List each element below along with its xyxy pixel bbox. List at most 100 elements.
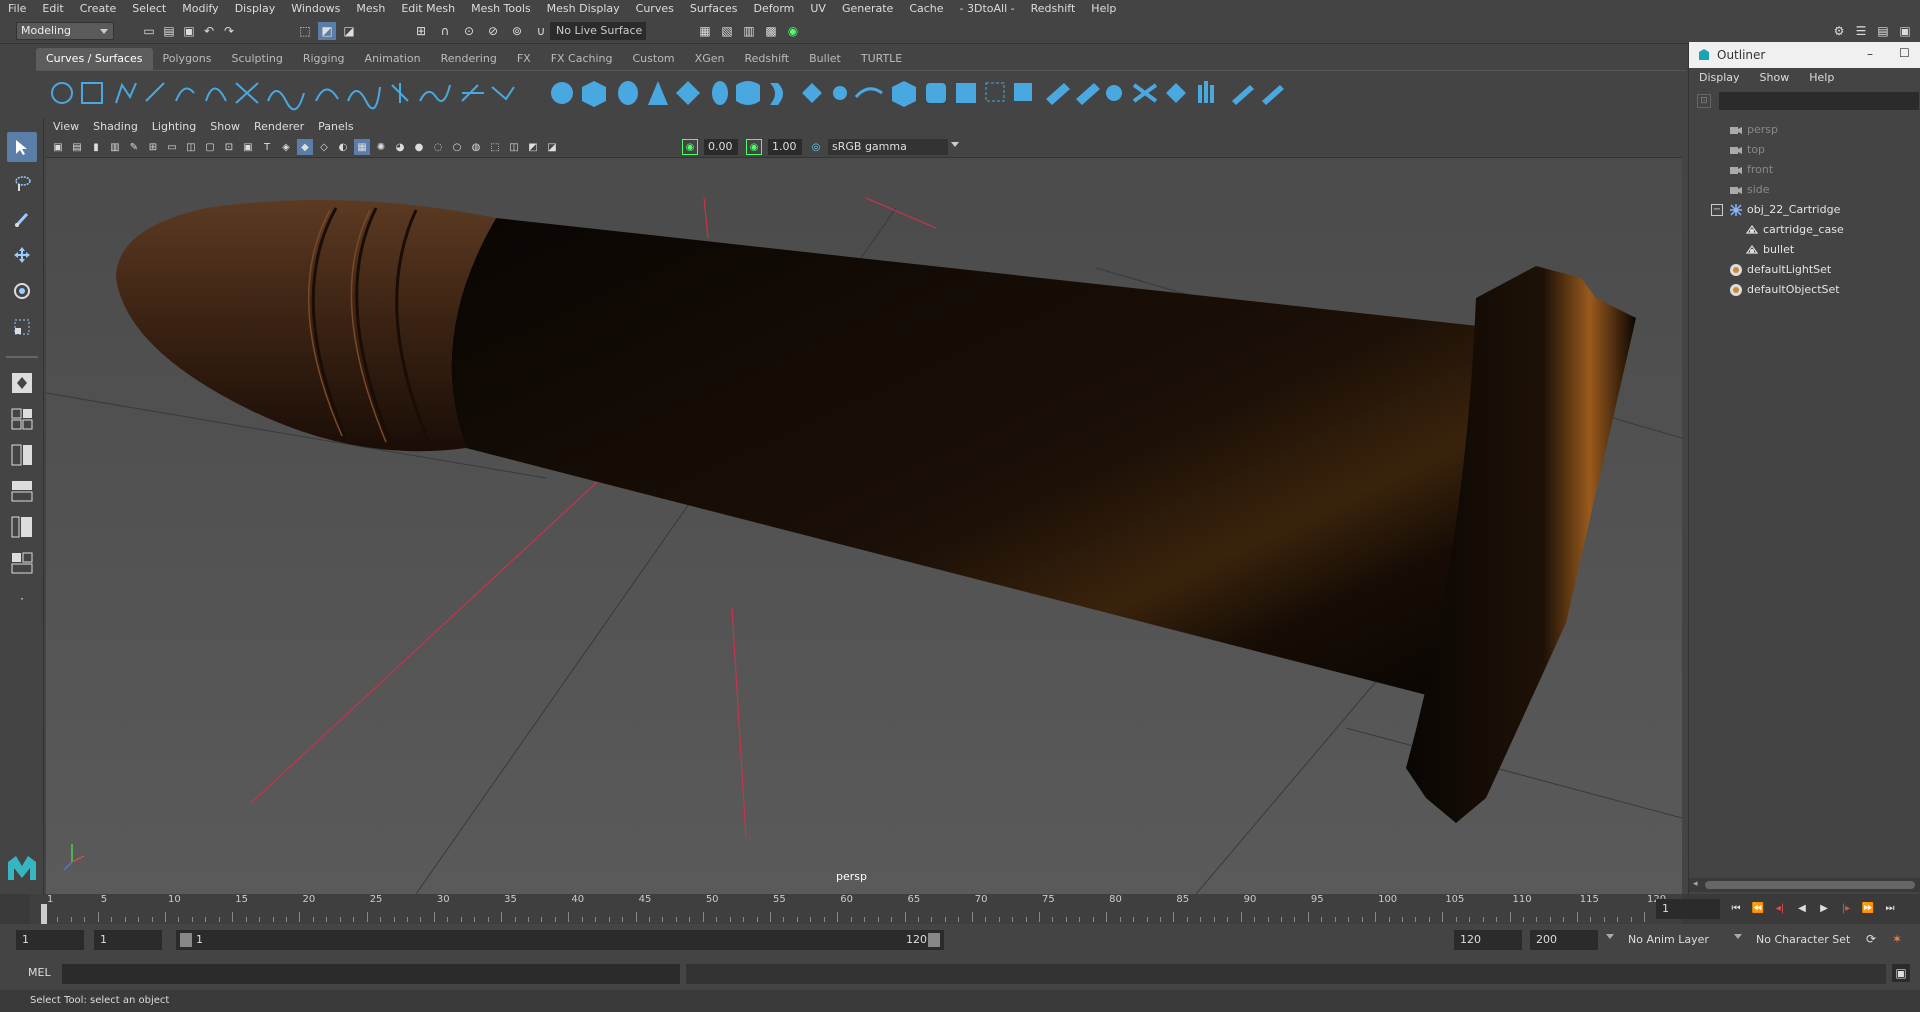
step-forward-frame-icon[interactable]: |▸: [1838, 900, 1854, 916]
collapse-icon[interactable]: −: [1711, 204, 1723, 216]
new-scene-icon[interactable]: ▭: [140, 22, 158, 40]
attribute-editor-icon[interactable]: ☰: [1852, 22, 1870, 40]
menu-create[interactable]: Create: [72, 0, 125, 18]
exposure-field[interactable]: 0.00: [704, 139, 738, 155]
play-backward-icon[interactable]: ◀: [1794, 900, 1810, 916]
snap-curve-icon[interactable]: ∩: [436, 22, 454, 40]
live-surface-field[interactable]: No Live Surface: [550, 22, 646, 40]
planar-icon[interactable]: [802, 83, 822, 103]
smooth-shade-icon[interactable]: ◆: [297, 139, 313, 155]
offset-surface-icon[interactable]: [1166, 83, 1186, 103]
color-space-select[interactable]: sRGB gamma: [828, 139, 948, 155]
shelf-tab-rigging[interactable]: Rigging: [293, 48, 355, 70]
xray-icon[interactable]: ◐: [335, 139, 351, 155]
nurbs-torus-icon[interactable]: [712, 81, 728, 105]
range-end-handle[interactable]: [928, 933, 940, 947]
go-to-end-icon[interactable]: ⏭: [1882, 900, 1898, 916]
gamma-toggle-icon[interactable]: ◉: [746, 139, 762, 155]
time-ruler[interactable]: 1 5 10 15 20 25 30 35 40 45 50 55 60 65 70 75 80 85 90 95 10…: [30, 894, 1682, 924]
chevron-down-icon[interactable]: [1734, 934, 1742, 939]
image-plane-icon[interactable]: ▥: [107, 139, 123, 155]
camera-lock-icon[interactable]: ▤: [69, 139, 85, 155]
shelf-tab-xgen[interactable]: XGen: [685, 48, 735, 70]
hypershade-icon[interactable]: ▩: [762, 22, 780, 40]
outliner-item[interactable]: front: [1689, 160, 1920, 180]
extend-surface-icon[interactable]: [1106, 85, 1122, 101]
arc-icon[interactable]: [205, 87, 227, 102]
snap-point-icon[interactable]: ⊙: [460, 22, 478, 40]
viewport-menu-show[interactable]: Show: [203, 118, 247, 136]
bevel-icon[interactable]: [956, 83, 976, 103]
range-start-handle[interactable]: [180, 933, 192, 947]
nurbs-cylinder-icon[interactable]: [618, 81, 638, 105]
snap-grid-icon[interactable]: ⊞: [412, 22, 430, 40]
command-language-label[interactable]: MEL: [28, 966, 51, 979]
step-forward-key-icon[interactable]: ⏩: [1860, 900, 1876, 916]
object-mode-icon[interactable]: ◩: [318, 22, 336, 40]
range-slider-track[interactable]: 1 120: [176, 930, 944, 950]
outliner-item[interactable]: top: [1689, 140, 1920, 160]
outliner-item[interactable]: bullet: [1689, 240, 1920, 260]
snap-live-icon[interactable]: ∪: [532, 22, 550, 40]
start-time-field[interactable]: 1: [16, 930, 84, 950]
lasso-tool[interactable]: [7, 168, 37, 198]
shelf-tab-custom[interactable]: Custom: [623, 48, 685, 70]
boundary-icon[interactable]: [892, 81, 916, 107]
layout-four-pane[interactable]: [7, 404, 37, 434]
cut-curve-icon[interactable]: [461, 84, 484, 102]
revolve-icon[interactable]: [736, 81, 760, 105]
shelf-tab-fx[interactable]: FX: [507, 48, 541, 70]
film-gate-icon[interactable]: ▭: [164, 139, 180, 155]
layout-outliner-persp[interactable]: [7, 512, 37, 542]
outliner-item[interactable]: defaultObjectSet: [1689, 280, 1920, 300]
menu-mesh[interactable]: Mesh: [348, 0, 393, 18]
snap-surface-icon[interactable]: ⊚: [508, 22, 526, 40]
open-scene-icon[interactable]: ▤: [160, 22, 178, 40]
step-back-key-icon[interactable]: ⏪: [1750, 900, 1766, 916]
outliner-item[interactable]: side: [1689, 180, 1920, 200]
outliner-menu-help[interactable]: Help: [1799, 68, 1844, 88]
surface-edit-icon[interactable]: [1262, 85, 1284, 105]
grease-pencil-icon[interactable]: ✎: [126, 139, 142, 155]
safe-title-icon[interactable]: T: [259, 139, 275, 155]
shelf-tab-polygons[interactable]: Polygons: [153, 48, 222, 70]
menu-curves[interactable]: Curves: [628, 0, 682, 18]
cv-curve-icon[interactable]: [115, 82, 137, 104]
paint-select-tool[interactable]: [7, 204, 37, 234]
component-mode-icon[interactable]: ◪: [340, 22, 358, 40]
anti-alias-icon[interactable]: ○: [449, 139, 465, 155]
redo-icon[interactable]: ↷: [220, 22, 238, 40]
maximize-icon[interactable]: ☐: [1899, 46, 1910, 60]
mode-select[interactable]: Modeling: [16, 22, 114, 40]
step-back-frame-icon[interactable]: ◂|: [1772, 900, 1788, 916]
current-frame-field[interactable]: 1: [1656, 899, 1720, 919]
save-scene-icon[interactable]: ▣: [180, 22, 198, 40]
isolate-select-icon[interactable]: ⬚: [487, 139, 503, 155]
viewport-menu-shading[interactable]: Shading: [86, 118, 145, 136]
shelf-tab-animation[interactable]: Animation: [355, 48, 431, 70]
playhead[interactable]: [41, 904, 47, 924]
menu-uv[interactable]: UV: [802, 0, 834, 18]
anim-layer-select[interactable]: No Anim Layer: [1622, 930, 1732, 950]
chevron-down-icon[interactable]: [951, 142, 959, 147]
render-settings-icon[interactable]: ▥: [740, 22, 758, 40]
outliner-menu-show[interactable]: Show: [1750, 68, 1800, 88]
render-view-icon[interactable]: ◉: [784, 22, 802, 40]
layout-toggle[interactable]: ·: [7, 584, 37, 614]
go-to-start-icon[interactable]: ⏮: [1728, 900, 1744, 916]
wireframe-on-shaded-icon[interactable]: ◇: [316, 139, 332, 155]
nurbs-sphere-icon[interactable]: [551, 82, 573, 104]
curve-fillet-icon[interactable]: [267, 90, 305, 111]
outliner-item[interactable]: persp: [1689, 120, 1920, 140]
xray-joints-icon[interactable]: ◫: [506, 139, 522, 155]
undo-icon[interactable]: ↶: [200, 22, 218, 40]
textured-icon[interactable]: ▦: [354, 139, 370, 155]
outliner-item[interactable]: cartridge_case: [1689, 220, 1920, 240]
viewport-menu-view[interactable]: View: [46, 118, 86, 136]
nurbs-square-icon[interactable]: [81, 82, 103, 104]
outliner-search-input[interactable]: [1719, 92, 1919, 110]
nurbs-circle-icon[interactable]: [51, 82, 73, 104]
extend-curve-icon[interactable]: [347, 86, 381, 110]
offset-curve-icon[interactable]: [391, 83, 409, 103]
outliner-scrollbar[interactable]: ◂: [1689, 878, 1920, 892]
